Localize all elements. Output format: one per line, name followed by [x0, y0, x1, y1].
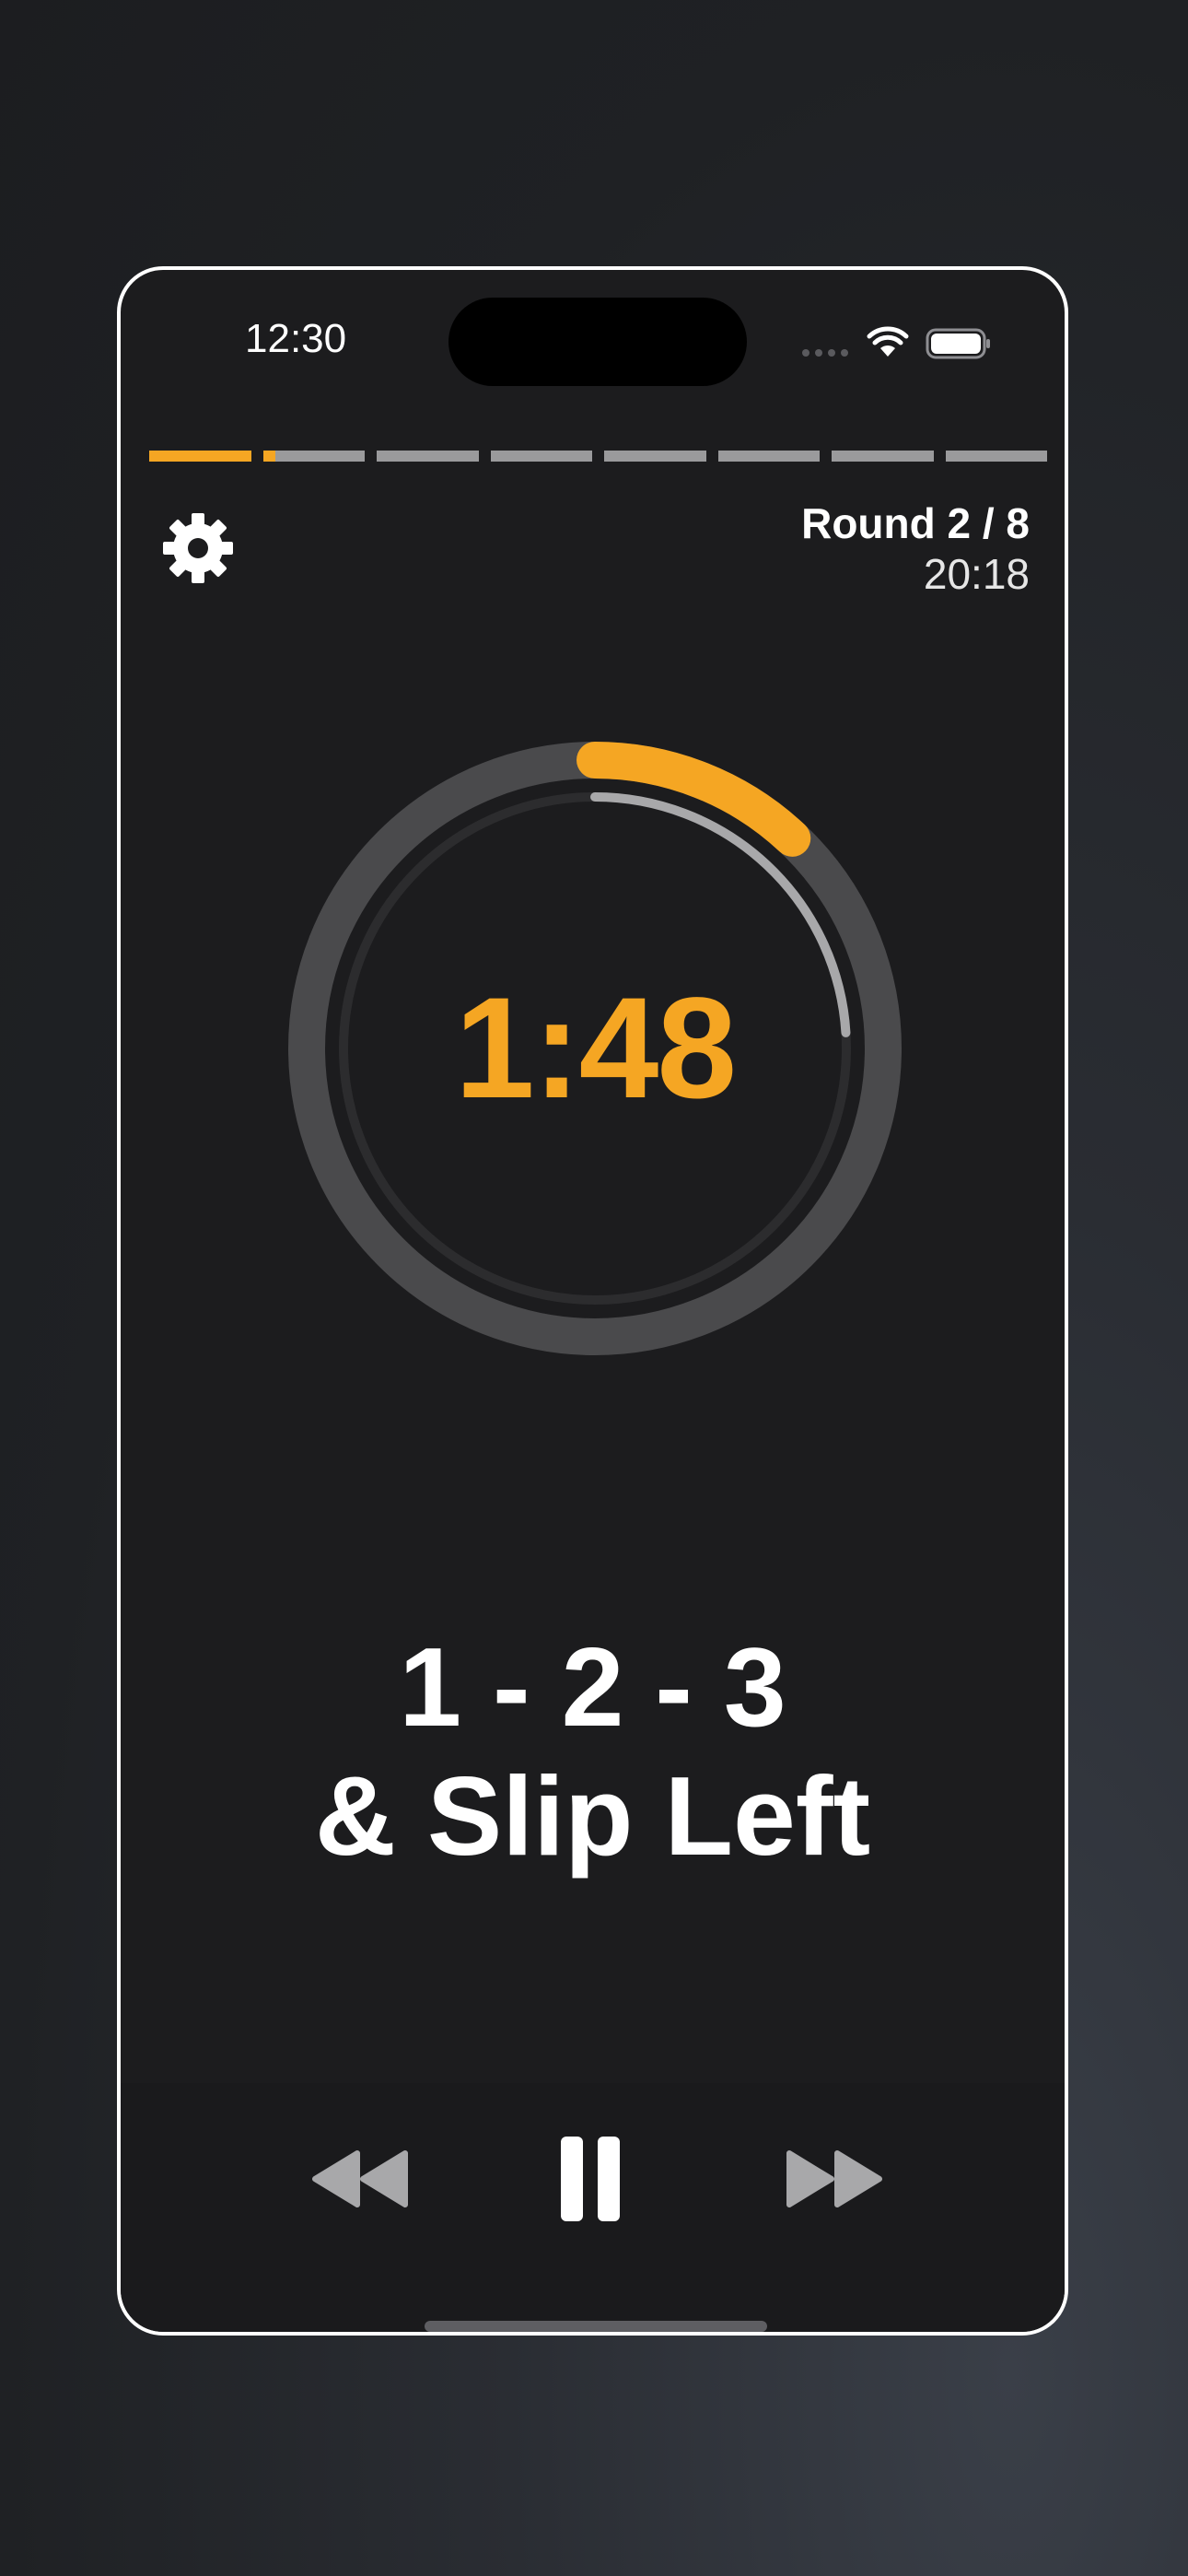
pause-icon [561, 2137, 620, 2221]
round-segment-fill [262, 451, 275, 462]
rewind-button[interactable] [296, 2127, 425, 2231]
round-segment [377, 451, 479, 462]
status-time: 12:30 [245, 316, 347, 361]
combo-instruction: 1 - 2 - 3 & Slip Left [121, 1622, 1065, 1880]
round-progress-bar [149, 451, 1047, 462]
fast-forward-button[interactable] [770, 2127, 899, 2231]
round-segment-fill [149, 451, 251, 462]
wifi-icon [867, 326, 909, 357]
round-segment [490, 451, 592, 462]
total-time: 20:18 [923, 550, 1030, 598]
round-segment [832, 451, 934, 462]
round-segment [717, 451, 820, 462]
timer-ring: 1:48 [277, 731, 913, 1366]
round-info: Round 2 / 8 20:18 [801, 497, 1030, 598]
gear-icon [163, 513, 233, 583]
round-segment [604, 451, 706, 462]
rewind-icon [312, 2150, 408, 2207]
combo-line-2: & Slip Left [314, 1753, 871, 1879]
phone-frame: 12:30 Round 2 / 8 20:18 1:48 1 - 2 - 3 &… [117, 266, 1068, 2336]
settings-button[interactable] [157, 508, 239, 589]
pause-button[interactable] [526, 2127, 655, 2231]
round-segment [149, 451, 251, 462]
round-label: Round 2 / 8 [801, 499, 1030, 547]
signal-icon [802, 349, 848, 357]
combo-line-1: 1 - 2 - 3 [399, 1624, 786, 1750]
fast-forward-icon [786, 2150, 882, 2207]
round-segment [945, 451, 1047, 462]
home-indicator[interactable] [425, 2321, 767, 2332]
battery-icon [926, 328, 990, 359]
dynamic-island [448, 298, 747, 386]
playback-controls [121, 2083, 1065, 2332]
time-remaining: 1:48 [454, 967, 737, 1129]
round-segment [262, 451, 365, 462]
